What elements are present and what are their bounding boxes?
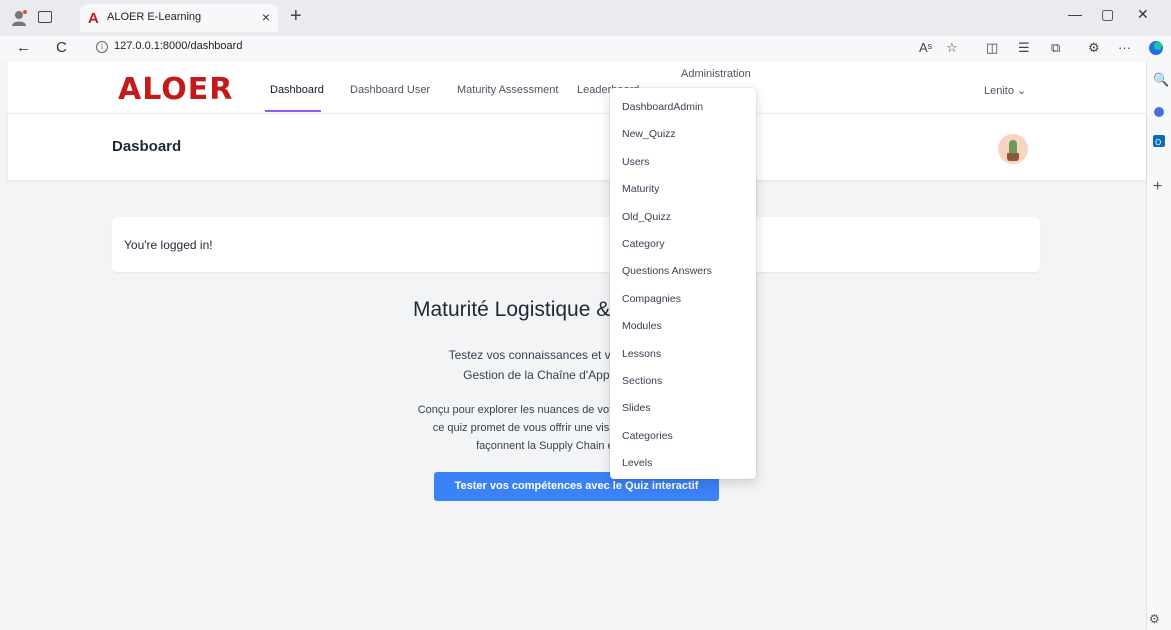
browser-tab[interactable]: A ALOER E-Learning ×	[80, 4, 278, 32]
page-header: Dasboard	[8, 114, 1146, 180]
tab-title: ALOER E-Learning	[107, 11, 202, 23]
hero-title: Maturité Logistique & Supply Chain	[412, 298, 742, 321]
extensions-icon[interactable]: ⚙	[1088, 40, 1100, 56]
logged-in-message: You're logged in!	[124, 238, 213, 252]
favorite-star-icon[interactable]: ☆	[946, 40, 958, 56]
aloer-logo[interactable]: ALOER	[118, 72, 233, 107]
restore-icon[interactable]: ▢	[1101, 6, 1114, 23]
profile-icon[interactable]	[10, 9, 28, 27]
nav-dashboard-user[interactable]: Dashboard User	[350, 84, 430, 96]
address-bar: ← C i 127.0.0.1:8000/dashboard Aˢ ☆ ◫ ☰ ⧉…	[0, 36, 1171, 62]
read-aloud-icon[interactable]: Aˢ	[919, 40, 932, 55]
menu-item-levels[interactable]: Levels	[622, 457, 652, 469]
tab-close-icon[interactable]: ×	[262, 9, 270, 25]
menu-item-dashboardadmin[interactable]: DashboardAdmin	[622, 101, 703, 113]
favorites-list-icon[interactable]: ☰	[1018, 40, 1030, 56]
collections-icon[interactable]: ⧉	[1051, 40, 1060, 56]
sidebar-toggle-icon[interactable]	[38, 11, 52, 23]
rail-outlook-icon[interactable]: O	[1152, 134, 1166, 148]
rail-tools-icon[interactable]	[1153, 106, 1165, 118]
menu-item-maturity[interactable]: Maturity	[622, 183, 659, 195]
rail-add-icon[interactable]: +	[1153, 178, 1162, 196]
status-card: You're logged in!	[112, 217, 1040, 272]
settings-gear-icon[interactable]: ⚙	[1149, 612, 1160, 626]
app-viewport: ALOER Dashboard Dashboard User Maturity …	[8, 62, 1146, 630]
menu-item-category[interactable]: Category	[622, 238, 665, 250]
back-icon[interactable]: ←	[16, 39, 31, 56]
aloer-favicon-icon: A	[88, 10, 99, 27]
active-tab-underline	[265, 110, 321, 112]
new-tab-icon[interactable]: +	[290, 5, 302, 28]
menu-item-users[interactable]: Users	[622, 156, 649, 168]
nav-maturity-assessment[interactable]: Maturity Assessment	[457, 84, 558, 96]
menu-item-old-quizz[interactable]: Old_Quizz	[622, 211, 671, 223]
menu-item-categories[interactable]: Categories	[622, 430, 673, 442]
avatar[interactable]	[998, 134, 1028, 164]
administration-dropdown: DashboardAdmin New_Quizz Users Maturity …	[610, 88, 756, 479]
menu-item-lessons[interactable]: Lessons	[622, 348, 661, 360]
top-navigation: ALOER Dashboard Dashboard User Maturity …	[8, 62, 1146, 114]
cactus-icon	[1009, 140, 1017, 154]
menu-item-modules[interactable]: Modules	[622, 320, 662, 332]
menu-item-slides[interactable]: Slides	[622, 402, 651, 414]
nav-administration[interactable]: Administration	[681, 68, 751, 80]
minimize-icon[interactable]: —	[1068, 6, 1082, 22]
nav-dashboard[interactable]: Dashboard	[270, 84, 324, 96]
url-text: 127.0.0.1:8000/dashboard	[114, 40, 243, 52]
svg-text:O: O	[1155, 138, 1161, 147]
menu-item-compagnies[interactable]: Compagnies	[622, 293, 681, 305]
browser-tab-bar: A ALOER E-Learning × + — ▢ ✕	[0, 0, 1171, 36]
rail-search-icon[interactable]: 🔍	[1153, 72, 1169, 88]
menu-item-questions-answers[interactable]: Questions Answers	[622, 265, 712, 277]
browser-side-rail: 🔍 O +	[1146, 62, 1171, 630]
menu-item-new-quizz[interactable]: New_Quizz	[622, 128, 676, 140]
pot-icon	[1007, 153, 1019, 161]
user-menu[interactable]: Lenito ⌄	[984, 84, 1026, 97]
close-window-icon[interactable]: ✕	[1137, 6, 1149, 23]
page-title: Dasboard	[112, 138, 182, 155]
more-icon[interactable]: ···	[1118, 40, 1131, 55]
split-screen-icon[interactable]: ◫	[986, 40, 998, 56]
reload-icon[interactable]: C	[56, 39, 67, 56]
url-field[interactable]: i 127.0.0.1:8000/dashboard	[96, 40, 242, 53]
site-info-icon[interactable]: i	[96, 41, 108, 53]
menu-item-sections[interactable]: Sections	[622, 375, 662, 387]
copilot-icon[interactable]	[1148, 40, 1164, 56]
